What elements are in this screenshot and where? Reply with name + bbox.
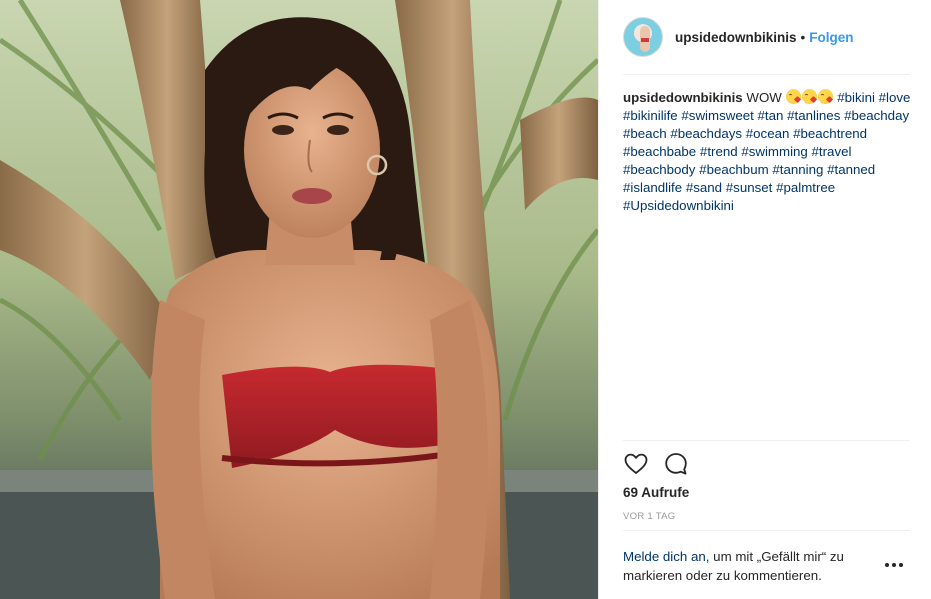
hashtag-link[interactable]: #beachtrend xyxy=(793,126,867,141)
avatar[interactable] xyxy=(623,17,663,57)
hashtag-link[interactable]: #love xyxy=(879,90,911,105)
header-divider xyxy=(623,74,910,75)
comment-icon[interactable] xyxy=(663,451,689,477)
instagram-post: upsidedownbikinis • Folgen upsidedownbik… xyxy=(0,0,931,599)
hashtag-link[interactable]: #tanlines xyxy=(787,108,840,123)
hashtag-link[interactable]: #Upsidedownbikini xyxy=(623,198,734,213)
avatar-figure xyxy=(640,26,650,52)
hashtag-link[interactable]: #palmtree xyxy=(776,180,835,195)
hashtag-link[interactable]: #tanned xyxy=(827,162,875,177)
hashtag-link[interactable]: #beachbody xyxy=(623,162,695,177)
header-separator: • xyxy=(800,29,806,45)
hashtag-link[interactable]: #beachdays xyxy=(670,126,742,141)
post-video[interactable] xyxy=(0,0,598,599)
post-timestamp: VOR 1 TAG xyxy=(623,511,676,522)
post-sidebar: upsidedownbikinis • Folgen upsidedownbik… xyxy=(598,0,931,599)
more-options-icon[interactable] xyxy=(883,560,905,570)
caption-text: WOW xyxy=(746,90,782,105)
action-bar xyxy=(623,450,689,478)
hashtag-link[interactable]: #swimming xyxy=(741,144,808,159)
hashtag-link[interactable]: #ocean xyxy=(746,126,790,141)
caption-username[interactable]: upsidedownbikinis xyxy=(623,90,743,105)
hashtag-link[interactable]: #sand xyxy=(686,180,722,195)
stats-divider xyxy=(623,530,910,531)
hashtag-link[interactable]: #tanning xyxy=(772,162,823,177)
hashtag-link[interactable]: #tan xyxy=(758,108,784,123)
hashtag-link[interactable]: #travel xyxy=(812,144,852,159)
kiss-emoji-icon xyxy=(817,89,833,104)
login-link[interactable]: Melde dich an xyxy=(623,549,706,564)
hashtag-link[interactable]: #sunset xyxy=(726,180,773,195)
hashtag-link[interactable]: #swimsweet xyxy=(681,108,753,123)
view-count: 69 Aufrufe xyxy=(623,485,690,500)
post-caption: upsidedownbikinis WOW #bikini #love #bik… xyxy=(623,89,913,215)
kiss-emoji-icon xyxy=(785,89,801,104)
hashtag-link[interactable]: #beach xyxy=(623,126,667,141)
follow-button[interactable]: Folgen xyxy=(809,30,853,45)
hashtag-link[interactable]: #beachday xyxy=(844,108,909,123)
login-prompt: Melde dich an, um mit „Gefällt mir“ zu m… xyxy=(623,547,873,585)
kiss-emoji-icon xyxy=(801,89,817,104)
header-username[interactable]: upsidedownbikinis xyxy=(675,30,797,45)
video-frame-illustration xyxy=(0,0,598,599)
hashtag-link[interactable]: #islandlife xyxy=(623,180,682,195)
heart-icon[interactable] xyxy=(623,451,649,477)
hashtag-link[interactable]: #bikinilife xyxy=(623,108,678,123)
post-header: upsidedownbikinis • Folgen xyxy=(623,16,910,58)
hashtag-link[interactable]: #beachbum xyxy=(699,162,769,177)
hashtag-link[interactable]: #trend xyxy=(700,144,738,159)
caption-divider xyxy=(623,440,910,441)
hashtag-link[interactable]: #beachbabe xyxy=(623,144,696,159)
hashtag-link[interactable]: #bikini xyxy=(837,90,875,105)
hashtag-list: #bikini #love #bikinilife #swimsweet #ta… xyxy=(623,90,910,213)
